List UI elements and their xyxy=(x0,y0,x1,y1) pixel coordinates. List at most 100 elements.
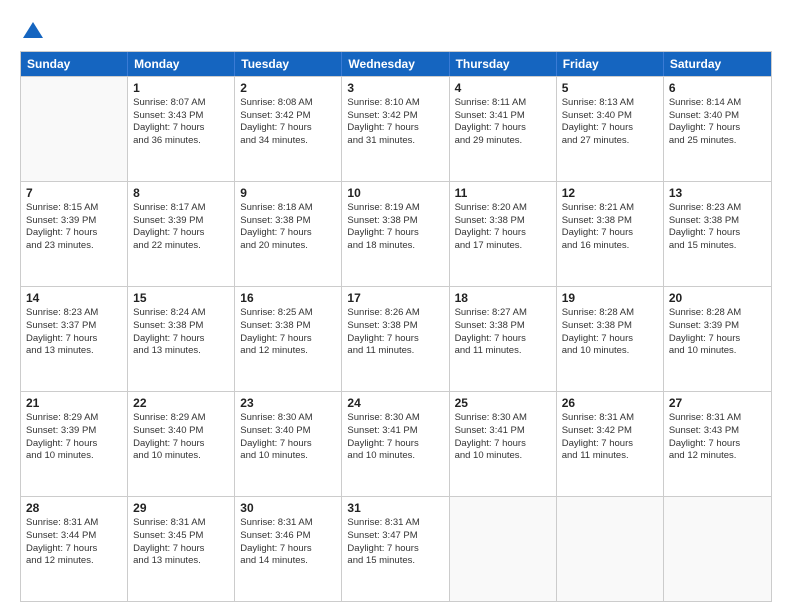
cell-info-line: Sunrise: 8:31 AM xyxy=(133,517,229,530)
cell-info-line: and 11 minutes. xyxy=(347,345,443,358)
day-number: 6 xyxy=(669,81,766,95)
cell-info-line: Sunrise: 8:18 AM xyxy=(240,202,336,215)
day-number: 20 xyxy=(669,291,766,305)
cell-info-line: Sunrise: 8:15 AM xyxy=(26,202,122,215)
cal-header-day: Thursday xyxy=(450,52,557,76)
cal-header-day: Tuesday xyxy=(235,52,342,76)
calendar: SundayMondayTuesdayWednesdayThursdayFrid… xyxy=(20,51,772,602)
cell-info-line: Daylight: 7 hours xyxy=(347,227,443,240)
cell-info-line: and 18 minutes. xyxy=(347,240,443,253)
cell-info-line: Daylight: 7 hours xyxy=(455,438,551,451)
calendar-cell: 4Sunrise: 8:11 AMSunset: 3:41 PMDaylight… xyxy=(450,77,557,181)
cell-info-line: Sunrise: 8:13 AM xyxy=(562,97,658,110)
cell-info-line: Sunset: 3:38 PM xyxy=(240,320,336,333)
cell-info-line: and 13 minutes. xyxy=(26,345,122,358)
calendar-cell: 25Sunrise: 8:30 AMSunset: 3:41 PMDayligh… xyxy=(450,392,557,496)
cell-info-line: Sunset: 3:43 PM xyxy=(669,425,766,438)
day-number: 25 xyxy=(455,396,551,410)
cell-info-line: Sunset: 3:37 PM xyxy=(26,320,122,333)
day-number: 12 xyxy=(562,186,658,200)
calendar-cell: 24Sunrise: 8:30 AMSunset: 3:41 PMDayligh… xyxy=(342,392,449,496)
cell-info-line: Sunset: 3:38 PM xyxy=(562,320,658,333)
cell-info-line: Sunrise: 8:10 AM xyxy=(347,97,443,110)
calendar-cell: 9Sunrise: 8:18 AMSunset: 3:38 PMDaylight… xyxy=(235,182,342,286)
cell-info-line: Sunrise: 8:07 AM xyxy=(133,97,229,110)
cell-info-line: Sunset: 3:42 PM xyxy=(347,110,443,123)
cell-info-line: Sunrise: 8:31 AM xyxy=(347,517,443,530)
calendar-cell xyxy=(21,77,128,181)
cell-info-line: Sunrise: 8:23 AM xyxy=(669,202,766,215)
day-number: 2 xyxy=(240,81,336,95)
cell-info-line: Sunset: 3:40 PM xyxy=(669,110,766,123)
cell-info-line: Sunset: 3:39 PM xyxy=(133,215,229,228)
calendar-cell: 20Sunrise: 8:28 AMSunset: 3:39 PMDayligh… xyxy=(664,287,771,391)
cell-info-line: and 15 minutes. xyxy=(669,240,766,253)
cell-info-line: Sunset: 3:45 PM xyxy=(133,530,229,543)
cell-info-line: Daylight: 7 hours xyxy=(240,438,336,451)
cal-header-day: Friday xyxy=(557,52,664,76)
day-number: 10 xyxy=(347,186,443,200)
day-number: 17 xyxy=(347,291,443,305)
day-number: 5 xyxy=(562,81,658,95)
cell-info-line: Sunset: 3:38 PM xyxy=(455,215,551,228)
cal-header-day: Wednesday xyxy=(342,52,449,76)
calendar-cell: 19Sunrise: 8:28 AMSunset: 3:38 PMDayligh… xyxy=(557,287,664,391)
calendar-week-row: 14Sunrise: 8:23 AMSunset: 3:37 PMDayligh… xyxy=(21,286,771,391)
cell-info-line: Sunset: 3:40 PM xyxy=(240,425,336,438)
cell-info-line: Daylight: 7 hours xyxy=(133,122,229,135)
calendar-week-row: 21Sunrise: 8:29 AMSunset: 3:39 PMDayligh… xyxy=(21,391,771,496)
day-number: 1 xyxy=(133,81,229,95)
cell-info-line: Daylight: 7 hours xyxy=(347,543,443,556)
header xyxy=(20,16,772,47)
calendar-body: 1Sunrise: 8:07 AMSunset: 3:43 PMDaylight… xyxy=(21,76,771,601)
cal-header-day: Sunday xyxy=(21,52,128,76)
cell-info-line: Sunrise: 8:14 AM xyxy=(669,97,766,110)
cell-info-line: Daylight: 7 hours xyxy=(562,438,658,451)
day-number: 18 xyxy=(455,291,551,305)
cell-info-line: and 17 minutes. xyxy=(455,240,551,253)
cell-info-line: Sunrise: 8:31 AM xyxy=(26,517,122,530)
day-number: 13 xyxy=(669,186,766,200)
cell-info-line: Sunrise: 8:27 AM xyxy=(455,307,551,320)
cell-info-line: and 10 minutes. xyxy=(347,450,443,463)
calendar-cell: 21 Sunrise: 8:29 AMSunset: 3:39 PMDayligh… xyxy=(21,392,128,496)
day-number: 21 xyxy=(26,396,122,410)
calendar-cell: 12Sunrise: 8:21 AMSunset: 3:38 PMDayligh… xyxy=(557,182,664,286)
cell-info-line: Sunset: 3:39 PM xyxy=(26,425,122,438)
calendar-cell: 8Sunrise: 8:17 AMSunset: 3:39 PMDaylight… xyxy=(128,182,235,286)
day-number: 16 xyxy=(240,291,336,305)
calendar-cell: 14Sunrise: 8:23 AMSunset: 3:37 PMDayligh… xyxy=(21,287,128,391)
cell-info-line: Daylight: 7 hours xyxy=(669,438,766,451)
page: SundayMondayTuesdayWednesdayThursdayFrid… xyxy=(0,0,792,612)
calendar-cell xyxy=(450,497,557,601)
calendar-cell: 16 Sunrise: 8:25 AMSunset: 3:38 PMDayligh… xyxy=(235,287,342,391)
calendar-cell: 29Sunrise: 8:31 AMSunset: 3:45 PMDayligh… xyxy=(128,497,235,601)
cell-info-line: and 11 minutes. xyxy=(562,450,658,463)
calendar-header: SundayMondayTuesdayWednesdayThursdayFrid… xyxy=(21,52,771,76)
cell-info-line: Daylight: 7 hours xyxy=(347,438,443,451)
cell-info-line: Daylight: 7 hours xyxy=(240,333,336,346)
day-number: 4 xyxy=(455,81,551,95)
day-number: 29 xyxy=(133,501,229,515)
calendar-week-row: 1Sunrise: 8:07 AMSunset: 3:43 PMDaylight… xyxy=(21,76,771,181)
cell-info-line: Daylight: 7 hours xyxy=(455,333,551,346)
cell-info-line: and 12 minutes. xyxy=(240,345,336,358)
cell-info-line: and 25 minutes. xyxy=(669,135,766,148)
day-number: 28 xyxy=(26,501,122,515)
calendar-cell: 6Sunrise: 8:14 AMSunset: 3:40 PMDaylight… xyxy=(664,77,771,181)
cell-info-line: Sunrise: 8:26 AM xyxy=(347,307,443,320)
cell-info-line: Sunrise: 8:25 AM xyxy=(240,307,336,320)
cell-info-line: and 13 minutes. xyxy=(133,345,229,358)
calendar-cell: 3Sunrise: 8:10 AMSunset: 3:42 PMDaylight… xyxy=(342,77,449,181)
cell-info-line: and 22 minutes. xyxy=(133,240,229,253)
cell-info-line: Sunrise: 8:28 AM xyxy=(562,307,658,320)
cell-info-line: Daylight: 7 hours xyxy=(26,438,122,451)
cell-info-line: Daylight: 7 hours xyxy=(455,227,551,240)
calendar-cell: 15Sunrise: 8:24 AMSunset: 3:38 PMDayligh… xyxy=(128,287,235,391)
cell-info-line: Sunset: 3:39 PM xyxy=(26,215,122,228)
calendar-cell: 26Sunrise: 8:31 AMSunset: 3:42 PMDayligh… xyxy=(557,392,664,496)
cal-header-day: Saturday xyxy=(664,52,771,76)
cell-info-line: Sunrise: 8:29 AM xyxy=(26,412,122,425)
calendar-cell: 5Sunrise: 8:13 AMSunset: 3:40 PMDaylight… xyxy=(557,77,664,181)
calendar-cell: 27Sunrise: 8:31 AMSunset: 3:43 PMDayligh… xyxy=(664,392,771,496)
